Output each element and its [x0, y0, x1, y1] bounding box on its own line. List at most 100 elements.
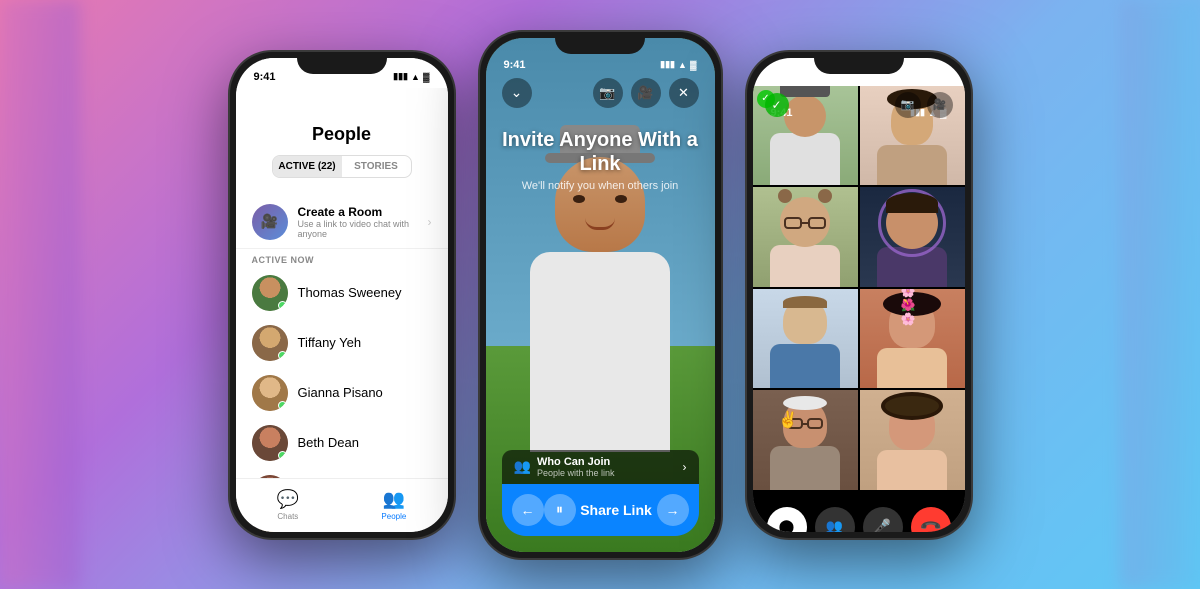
- create-room-title: Create a Room: [298, 205, 418, 219]
- phone2-status-icons: ▮▮▮ ▲ ▓: [660, 59, 696, 70]
- contact-name-beth: Beth Dean: [298, 435, 359, 450]
- active-now-label: ACTIVE NOW: [236, 249, 448, 268]
- video-cell-7: ✌️: [753, 390, 858, 490]
- video-cell-4: [860, 187, 965, 287]
- active-indicator: ✓: [765, 93, 789, 117]
- who-can-join-bar: 👥 Who Can Join People with the link ›: [502, 450, 699, 484]
- phones-container: 9:41 ▮▮▮ ▲ ▓ People ACTIVE (22) STORIES: [228, 30, 973, 560]
- phone1-notch: [297, 52, 387, 74]
- nav-people[interactable]: 👥 People: [381, 489, 406, 521]
- left-blur: [0, 0, 80, 589]
- tab-active[interactable]: ACTIVE (22): [273, 156, 342, 177]
- phone3-top-bar: ✓ 📷 🎥: [753, 92, 965, 118]
- create-room-text: Create a Room Use a link to video chat w…: [298, 205, 418, 239]
- video-icon: 🎥: [637, 85, 653, 101]
- tab-stories[interactable]: STORIES: [342, 156, 411, 177]
- camera-button[interactable]: 📷: [895, 92, 921, 118]
- contact-name: Thomas Sweeney: [298, 285, 402, 300]
- phone1-status-icons: ▮▮▮ ▲ ▓: [393, 71, 429, 82]
- phone1-tabs[interactable]: ACTIVE (22) STORIES: [272, 155, 412, 178]
- top-icons: 📷 🎥: [895, 92, 953, 118]
- online-indicator: [278, 401, 287, 410]
- phone2-notch: [555, 32, 645, 54]
- chats-icon: 💬: [277, 489, 299, 510]
- nav-chats-label: Chats: [277, 512, 298, 521]
- group-icon: 👥: [514, 458, 531, 475]
- list-item[interactable]: Beth Dean: [236, 418, 448, 468]
- list-item[interactable]: Tiffany Yeh: [236, 318, 448, 368]
- phone1-screen: 9:41 ▮▮▮ ▲ ▓ People ACTIVE (22) STORIES: [236, 58, 448, 532]
- invite-text-block: Invite Anyone With a Link We'll notify y…: [486, 128, 715, 192]
- phone2-top-controls: ⌄ 📷 🎥 ✕: [486, 78, 715, 108]
- create-room-row[interactable]: 🎥 Create a Room Use a link to video chat…: [236, 196, 448, 249]
- list-item[interactable]: Thomas Sweeney: [236, 268, 448, 318]
- who-join-sub: People with the link: [537, 468, 615, 478]
- end-call-icon: 📞: [918, 514, 942, 531]
- camera-off-button[interactable]: ⬤: [767, 507, 807, 532]
- top-right-controls: 📷 🎥 ✕: [593, 78, 699, 108]
- phone2-time: 9:41: [504, 59, 526, 71]
- phone2-screen: 9:41 ▮▮▮ ▲ ▓ ⌄ 📷: [486, 38, 715, 552]
- share-back-button[interactable]: ←: [512, 494, 544, 526]
- phone2-bottom-controls: 👥 Who Can Join People with the link › ←: [502, 450, 699, 536]
- list-item[interactable]: Gianna Pisano: [236, 368, 448, 418]
- avatar: [252, 275, 288, 311]
- chevron-down-icon: ⌄: [511, 84, 523, 101]
- signal-icon: ▮▮▮: [660, 59, 675, 70]
- video-room-icon: 🎥: [261, 213, 278, 230]
- avatar: [252, 375, 288, 411]
- video-cell-5: [753, 289, 858, 389]
- close-button[interactable]: ✕: [669, 78, 699, 108]
- avatar: [252, 425, 288, 461]
- who-join-left: 👥 Who Can Join People with the link: [514, 456, 615, 478]
- camera-icon: 📷: [599, 85, 615, 101]
- phone1-header: People ACTIVE (22) STORIES: [236, 88, 448, 196]
- nav-people-label: People: [381, 512, 406, 521]
- share-forward-button[interactable]: →: [657, 494, 689, 526]
- video-cell-3: [753, 187, 858, 287]
- chevron-down-button[interactable]: ⌄: [502, 78, 532, 108]
- phone-2: 9:41 ▮▮▮ ▲ ▓ ⌄ 📷: [478, 30, 723, 560]
- close-icon: ✕: [678, 85, 689, 101]
- phone1-title: People: [252, 124, 432, 145]
- people-icon: 👥: [383, 489, 405, 510]
- create-room-icon: 🎥: [252, 204, 288, 240]
- end-call-button[interactable]: 📞: [911, 507, 951, 532]
- arrow-right-icon: →: [666, 502, 680, 518]
- battery-icon: ▓: [690, 60, 697, 70]
- wifi-icon: ▲: [678, 60, 687, 70]
- wifi-icon: ▲: [411, 72, 420, 82]
- battery-icon: ▓: [423, 72, 430, 82]
- share-link-bar: ← ⏸ Share Link →: [502, 484, 699, 536]
- phone-1: 9:41 ▮▮▮ ▲ ▓ People ACTIVE (22) STORIES: [228, 50, 456, 540]
- who-join-title: Who Can Join: [537, 456, 615, 468]
- mute-button[interactable]: 🎤: [863, 507, 903, 532]
- create-room-sub: Use a link to video chat with anyone: [298, 219, 418, 239]
- online-indicator: [278, 301, 287, 310]
- share-link-label: Share Link: [576, 502, 657, 518]
- avatar: [252, 325, 288, 361]
- create-room-chevron-icon: ›: [428, 215, 432, 229]
- pause-button[interactable]: ⏸: [544, 494, 576, 526]
- nav-chats[interactable]: 💬 Chats: [277, 489, 299, 521]
- video-button[interactable]: 🎥: [927, 92, 953, 118]
- phone-3: 9:41 ▮▮▮ ▲ ▓: [745, 50, 973, 540]
- arrow-left-icon: ←: [521, 502, 535, 518]
- participants-button[interactable]: 👥: [815, 507, 855, 532]
- signal-icon: ▮▮▮: [393, 71, 408, 82]
- phone3-bottom-bar: ⬤ 👥 🎤 📞: [753, 494, 965, 532]
- bottom-nav: 💬 Chats 👥 People: [236, 478, 448, 532]
- video-button[interactable]: 🎥: [631, 78, 661, 108]
- phone3-notch: [814, 52, 904, 74]
- video-grid: ✓: [753, 86, 965, 490]
- invite-title: Invite Anyone With a Link: [486, 128, 715, 176]
- camera-icon: ⬤: [779, 518, 795, 532]
- camera-switch-button[interactable]: 📷: [593, 78, 623, 108]
- people-icon: 👥: [826, 518, 843, 532]
- chevron-right-icon: ›: [683, 460, 687, 474]
- right-blur: [1120, 0, 1200, 589]
- invite-sub: We'll notify you when others join: [486, 180, 715, 192]
- contact-name: Gianna Pisano: [298, 385, 383, 400]
- online-indicator: [278, 451, 287, 460]
- phone3-screen: 9:41 ▮▮▮ ▲ ▓: [753, 58, 965, 532]
